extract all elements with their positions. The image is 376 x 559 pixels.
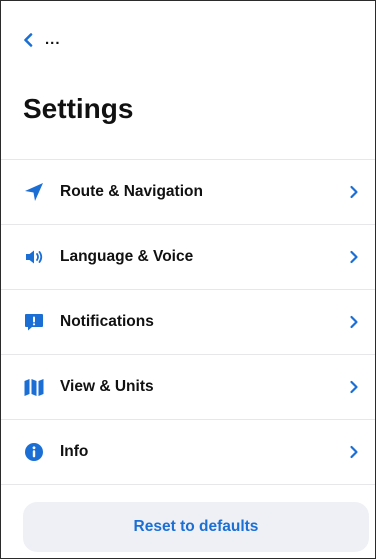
menu-item-label: Language & Voice	[60, 248, 194, 265]
back-button[interactable]: ...	[23, 31, 61, 48]
menu-item-view-units[interactable]: View & Units	[1, 354, 375, 419]
chevron-right-icon	[350, 445, 358, 459]
chevron-right-icon	[350, 185, 358, 199]
notification-bubble-icon	[23, 311, 45, 333]
info-icon	[23, 441, 45, 463]
menu-item-info[interactable]: Info	[1, 419, 375, 485]
chevron-right-icon	[350, 250, 358, 264]
menu-item-route-navigation[interactable]: Route & Navigation	[1, 159, 375, 224]
menu-item-language-voice[interactable]: Language & Voice	[1, 224, 375, 289]
chevron-left-icon	[24, 32, 33, 47]
reset-to-defaults-button[interactable]: Reset to defaults	[23, 502, 369, 552]
map-icon	[23, 376, 45, 398]
menu-item-label: Info	[60, 443, 89, 460]
menu-item-label: Notifications	[60, 313, 154, 330]
menu-item-label: View & Units	[60, 378, 154, 395]
settings-list: Route & Navigation Language & Voice Noti…	[1, 159, 375, 485]
menu-item-notifications[interactable]: Notifications	[1, 289, 375, 354]
navigation-arrow-icon	[23, 181, 45, 203]
chevron-right-icon	[350, 315, 358, 329]
back-label: ...	[45, 31, 61, 48]
menu-item-label: Route & Navigation	[60, 183, 203, 200]
top-bar: ...	[1, 1, 375, 83]
chevron-right-icon	[350, 380, 358, 394]
speaker-icon	[23, 246, 45, 268]
page-title: Settings	[23, 93, 134, 124]
